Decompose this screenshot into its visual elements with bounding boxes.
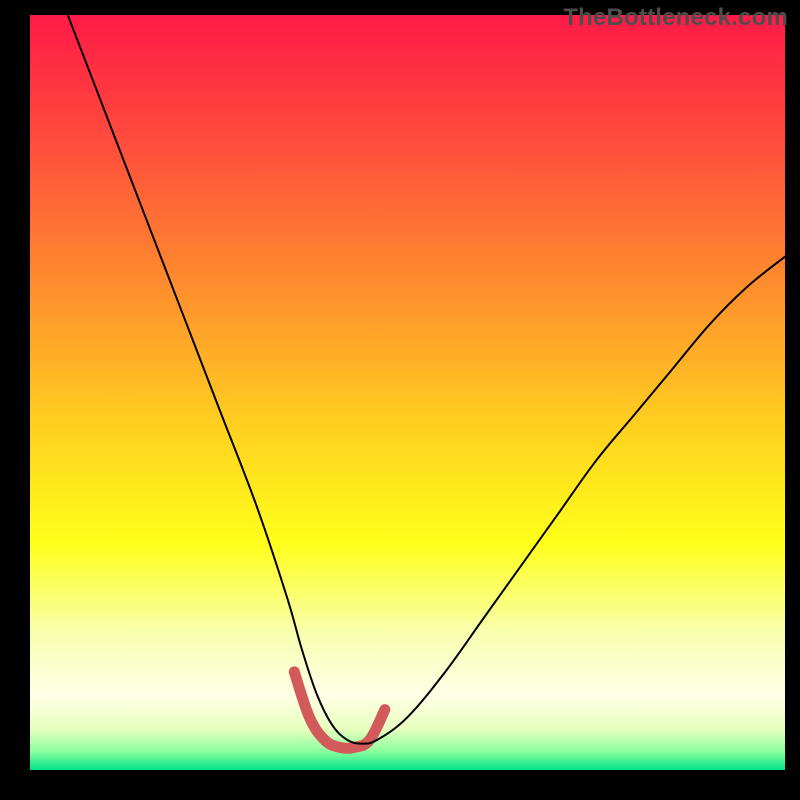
chart-frame: TheBottleneck.com [0,0,800,800]
chart-background [30,15,785,770]
bottleneck-chart [30,15,785,770]
watermark-text: TheBottleneck.com [563,4,788,32]
